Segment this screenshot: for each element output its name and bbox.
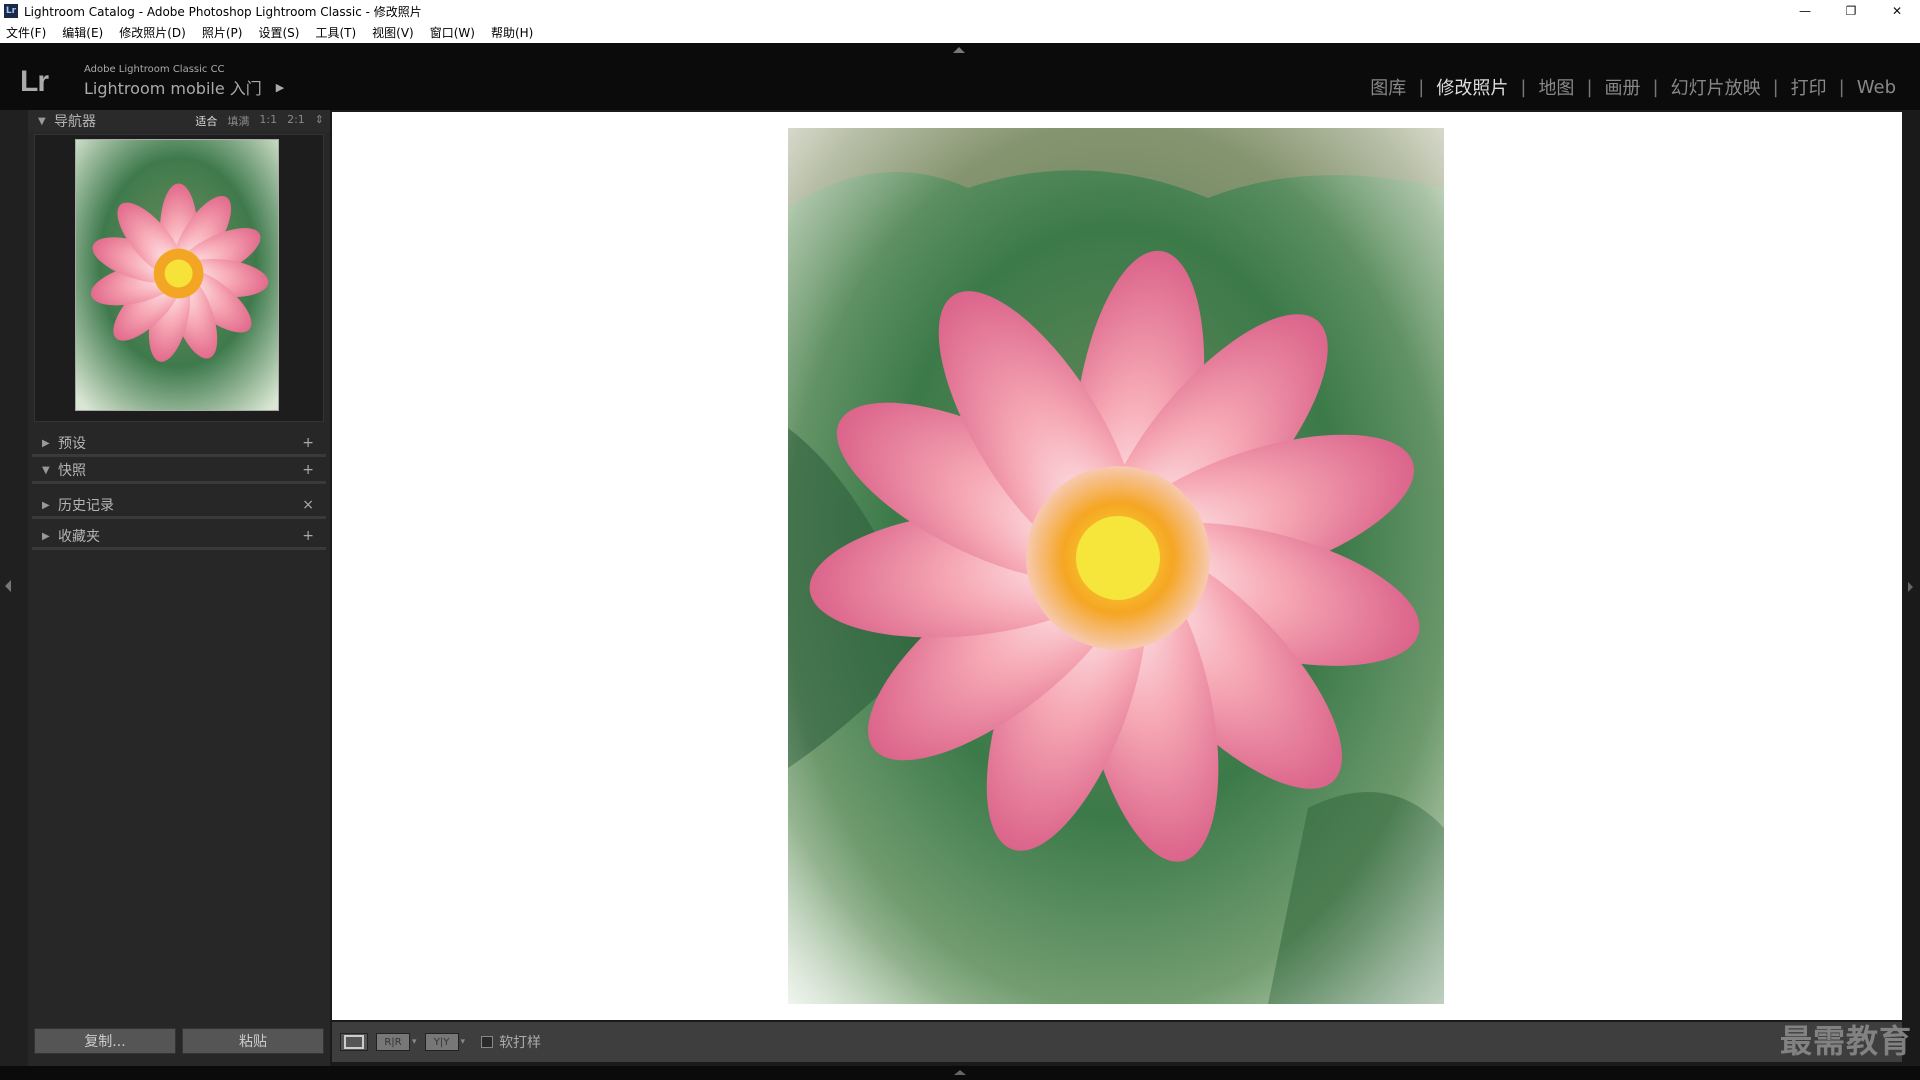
collapsed-triangle-icon: ▶ (42, 530, 50, 542)
soft-proofing-toggle[interactable]: 软打样 (481, 1032, 541, 1052)
soft-proof-label: 软打样 (499, 1035, 542, 1051)
module-print[interactable]: 打印 (1779, 74, 1839, 100)
develop-toolbar: R|R ▾ Y|Y ▾ 软打样 (332, 1022, 1902, 1062)
zoom-2-1[interactable]: 2:1 (287, 113, 305, 129)
add-collection-icon[interactable]: + (302, 528, 314, 544)
left-panel-gutter[interactable] (0, 110, 28, 1080)
paste-settings-button[interactable]: 粘贴 (182, 1028, 324, 1054)
image-canvas[interactable] (332, 112, 1902, 1020)
module-library[interactable]: 图库 (1358, 74, 1418, 100)
before-after-dropdown-icon[interactable]: ▾ (412, 1037, 417, 1047)
left-panel-toggle-icon[interactable] (5, 580, 11, 592)
copy-paste-bar: 复制... 粘贴 (34, 1028, 324, 1054)
right-panel-gutter[interactable] (1902, 110, 1920, 1080)
snapshots-title: 快照 (58, 463, 86, 479)
swap-dropdown-icon[interactable]: ▾ (461, 1037, 466, 1047)
play-icon: ▶ (275, 80, 285, 94)
menu-develop[interactable]: 修改照片(D) (111, 24, 194, 41)
left-panel: ▼ 导航器 适合 填满 1:1 2:1 ⇕ ▶ 预设 + ▼ 快照 + ▶ 历史… (28, 110, 330, 1070)
menu-file[interactable]: 文件(F) (0, 24, 54, 41)
navigator-zoom-options: 适合 填满 1:1 2:1 ⇕ (185, 113, 324, 129)
watermark-logo: 最需教育 (1779, 1022, 1912, 1060)
navigator-header[interactable]: ▼ 导航器 适合 填满 1:1 2:1 ⇕ (28, 110, 330, 132)
loupe-view-button[interactable] (340, 1033, 368, 1051)
menu-settings[interactable]: 设置(S) (250, 24, 307, 41)
add-snapshot-icon[interactable]: + (302, 462, 314, 478)
close-button[interactable]: ✕ (1874, 0, 1920, 22)
minimize-button[interactable]: — (1782, 0, 1828, 22)
menu-help[interactable]: 帮助(H) (483, 24, 541, 41)
presets-header[interactable]: ▶ 预设 + (32, 432, 326, 454)
window-titlebar: Lr Lightroom Catalog - Adobe Photoshop L… (0, 0, 1920, 22)
module-web[interactable]: Web (1845, 77, 1908, 98)
menu-bar: 文件(F) 编辑(E) 修改照片(D) 照片(P) 设置(S) 工具(T) 视图… (0, 22, 1920, 43)
menu-view[interactable]: 视图(V) (364, 24, 422, 41)
collections-header[interactable]: ▶ 收藏夹 + (32, 525, 326, 547)
presets-title: 预设 (58, 436, 86, 452)
expand-triangle-icon: ▼ (38, 115, 46, 127)
copy-settings-button[interactable]: 复制... (34, 1028, 176, 1054)
zoom-fill[interactable]: 填满 (227, 113, 249, 129)
menu-window[interactable]: 窗口(W) (422, 24, 483, 41)
add-preset-icon[interactable]: + (302, 435, 314, 451)
bottom-panel-toggle-icon[interactable] (954, 1070, 966, 1075)
snapshots-section: ▼ 快照 + (32, 459, 326, 484)
module-picker: 图库 | 修改照片 | 地图 | 画册 | 幻灯片放映 | 打印 | Web (1358, 74, 1908, 100)
lightroom-app-icon: Lr (4, 4, 18, 18)
history-header[interactable]: ▶ 历史记录 × (32, 494, 326, 516)
soft-proof-checkbox[interactable] (481, 1036, 494, 1048)
module-book[interactable]: 画册 (1593, 74, 1653, 100)
before-after-swap-button[interactable]: Y|Y (424, 1033, 459, 1051)
identity-plate: Lr Adobe Lightroom Classic CC Lightroom … (20, 64, 284, 99)
restore-button[interactable]: ❐ (1828, 0, 1874, 22)
photo-lotus[interactable] (788, 128, 1444, 1004)
module-map[interactable]: 地图 (1526, 74, 1586, 100)
clear-history-icon[interactable]: × (302, 497, 314, 513)
mobile-getting-started[interactable]: Lightroom mobile 入门 ▶ (84, 75, 284, 99)
mobile-label: Lightroom mobile 入门 (84, 79, 262, 98)
navigator-thumbnail[interactable] (75, 139, 279, 411)
collections-title: 收藏夹 (58, 529, 100, 545)
navigator-preview[interactable] (34, 134, 324, 422)
product-name: Adobe Lightroom Classic CC (84, 64, 225, 75)
right-panel-toggle-icon[interactable] (1908, 582, 1913, 592)
menu-tools[interactable]: 工具(T) (307, 24, 364, 41)
module-develop[interactable]: 修改照片 (1424, 74, 1520, 100)
window-controls: — ❐ ✕ (1782, 0, 1920, 22)
expand-triangle-icon: ▼ (42, 464, 50, 476)
navigator-title: 导航器 (54, 114, 96, 130)
lr-logo: Lr (20, 64, 49, 98)
zoom-1-1[interactable]: 1:1 (259, 113, 277, 129)
collapsed-triangle-icon: ▶ (42, 437, 50, 449)
collections-section: ▶ 收藏夹 + (32, 525, 326, 550)
presets-section: ▶ 预设 + (32, 432, 326, 457)
window-title: Lightroom Catalog - Adobe Photoshop Ligh… (24, 4, 422, 19)
zoom-fit[interactable]: 适合 (195, 113, 217, 129)
snapshots-header[interactable]: ▼ 快照 + (32, 459, 326, 481)
menu-photo[interactable]: 照片(P) (194, 24, 251, 41)
top-panel-toggle-icon[interactable] (953, 47, 965, 53)
module-slideshow[interactable]: 幻灯片放映 (1659, 74, 1773, 100)
zoom-menu-icon[interactable]: ⇕ (315, 113, 324, 129)
collapsed-triangle-icon: ▶ (42, 499, 50, 511)
menu-edit[interactable]: 编辑(E) (54, 24, 111, 41)
history-section: ▶ 历史记录 × (32, 494, 326, 519)
history-title: 历史记录 (58, 498, 114, 514)
before-after-button[interactable]: R|R (376, 1033, 410, 1051)
